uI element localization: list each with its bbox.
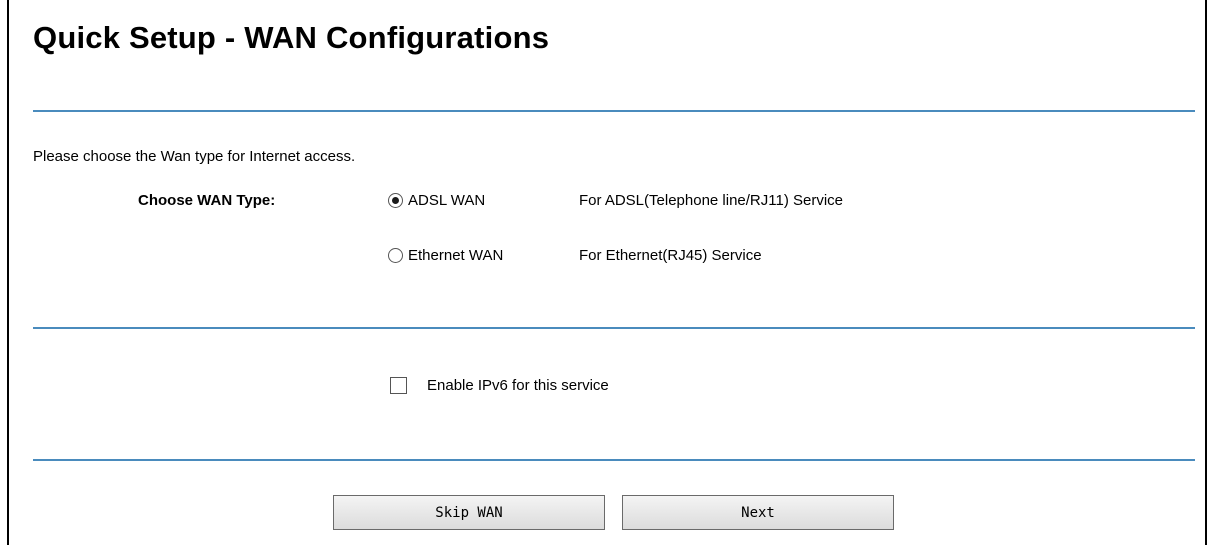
intro-text: Please choose the Wan type for Internet … (33, 148, 356, 165)
radio-option-ethernet-wan[interactable]: Ethernet WAN (388, 244, 503, 266)
next-button[interactable]: Next (622, 495, 894, 530)
radio-button-ethernet-wan[interactable] (388, 247, 403, 263)
divider-middle (33, 327, 1195, 329)
ethernet-service-description: For Ethernet(RJ45) Service (579, 247, 762, 264)
skip-wan-button[interactable]: Skip WAN (333, 495, 605, 530)
page-title: Quick Setup - WAN Configurations (33, 20, 550, 55)
page-frame (7, 0, 1207, 545)
radio-option-adsl-wan[interactable]: ADSL WAN (388, 189, 485, 211)
ipv6-option[interactable]: Enable IPv6 for this service (390, 374, 609, 396)
radio-label-ethernet-wan: Ethernet WAN (408, 246, 504, 264)
wan-type-label: Choose WAN Type: (138, 192, 276, 209)
divider-top (33, 110, 1195, 112)
ipv6-checkbox[interactable] (390, 376, 407, 394)
ipv6-label: Enable IPv6 for this service (427, 376, 609, 394)
adsl-service-description: For ADSL(Telephone line/RJ11) Service (579, 192, 844, 209)
radio-label-adsl-wan: ADSL WAN (408, 191, 486, 209)
divider-bottom (33, 459, 1195, 461)
radio-button-adsl-wan[interactable] (388, 192, 403, 208)
